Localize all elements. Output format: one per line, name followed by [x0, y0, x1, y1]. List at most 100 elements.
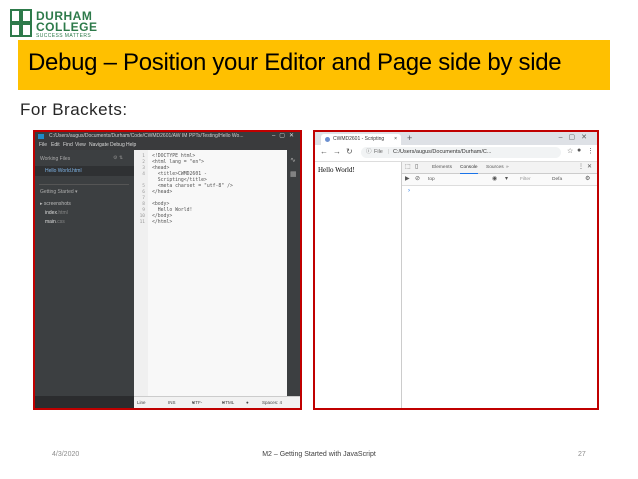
- line-number: 10: [139, 214, 145, 219]
- window-controls-icon[interactable]: –▢✕: [559, 133, 593, 141]
- durham-crest-icon: [10, 9, 32, 37]
- slide-title: Debug – Position your Editor and Page si…: [28, 49, 562, 76]
- new-tab-icon[interactable]: +: [407, 133, 412, 143]
- back-icon[interactable]: ←: [320, 147, 328, 156]
- globe-icon: [325, 137, 330, 142]
- url-prefix: File: [374, 149, 383, 155]
- clear-console-icon[interactable]: ⊘: [415, 174, 420, 185]
- file-main-name: main: [45, 219, 56, 225]
- eye-icon[interactable]: ◉: [492, 174, 497, 185]
- active-file-name: Hello World.html: [45, 168, 82, 174]
- account-icon[interactable]: ●: [577, 147, 581, 154]
- line-number: 5: [142, 184, 145, 189]
- sidebar-divider: [39, 184, 129, 185]
- browser-tab[interactable]: CWMD2601 - Scripting ×: [321, 134, 401, 145]
- filter-dropdown-icon[interactable]: ▾: [505, 174, 508, 185]
- sidebar-toggle-icon[interactable]: ▶: [405, 174, 410, 185]
- code-line: </body>: [152, 214, 173, 219]
- menu-file[interactable]: File: [39, 141, 47, 150]
- menu-help[interactable]: Help: [126, 141, 136, 150]
- code-line: </html>: [152, 220, 173, 225]
- tab-console[interactable]: Console: [460, 162, 478, 174]
- code-line: <body>: [152, 202, 170, 207]
- status-spaces[interactable]: Spaces: 4: [262, 397, 282, 408]
- code-line: <html lang = "en">: [152, 160, 204, 165]
- log-levels[interactable]: Defa: [552, 174, 562, 185]
- star-icon[interactable]: ☆: [567, 147, 573, 155]
- menu-find[interactable]: Find: [63, 141, 73, 150]
- console-prompt[interactable]: ›: [408, 188, 410, 194]
- brackets-app-icon: [38, 134, 44, 139]
- url-text: C:/Users/augus/Documents/Durham/C...: [393, 149, 492, 155]
- menu-kebab-icon[interactable]: ⋮: [587, 147, 594, 155]
- settings-gear-icon[interactable]: ⚙: [585, 174, 590, 185]
- status-encoding[interactable]: UTF-8 ▾: [192, 397, 202, 408]
- file-item-main[interactable]: main.css: [45, 219, 65, 225]
- line-number: 1: [142, 154, 145, 159]
- file-item-index[interactable]: index.html: [45, 210, 68, 216]
- line-number: 2: [142, 160, 145, 165]
- context-selector[interactable]: top: [428, 174, 435, 185]
- line-number: 9: [142, 208, 145, 213]
- address-bar[interactable]: ⓘ File | C:/Users/augus/Documents/Durham…: [361, 147, 561, 158]
- close-tab-icon[interactable]: ×: [394, 134, 397, 145]
- menu-debug[interactable]: Debug: [110, 141, 125, 150]
- status-mode[interactable]: HTML ▾: [222, 397, 234, 408]
- brackets-menubar: File Edit Find View Navigate Debug Help: [35, 141, 300, 150]
- filter-input[interactable]: Filter: [520, 174, 531, 185]
- info-icon[interactable]: ⓘ: [366, 147, 372, 158]
- working-files-label: Working Files: [40, 156, 71, 162]
- reload-icon[interactable]: ↻: [346, 147, 353, 156]
- browser-toolbar: ← → ↻ ⓘ File | C:/Users/augus/Documents/…: [315, 145, 597, 162]
- tab-elements[interactable]: Elements: [432, 162, 452, 173]
- status-ins[interactable]: INS: [168, 397, 176, 408]
- slide-title-bar: Debug – Position your Editor and Page si…: [18, 40, 610, 90]
- code-line: <!DOCTYPE html>: [152, 154, 196, 159]
- line-number-gutter: 1 2 3 4 5 6 7 8 9 10 11: [134, 150, 148, 396]
- window-controls-icon[interactable]: –▢✕: [272, 132, 298, 141]
- devtools-close-icon[interactable]: ✕: [587, 162, 592, 173]
- extension-manager-icon[interactable]: ▦: [290, 170, 297, 178]
- slide-subtitle: For Brackets:: [20, 100, 128, 119]
- forward-icon[interactable]: →: [333, 147, 341, 156]
- devtools-menu-icon[interactable]: ⋮: [578, 162, 584, 173]
- brackets-statusbar: Line INS UTF-8 ▾ HTML ▾ ● Spaces: 4: [134, 396, 300, 408]
- line-number: 8: [142, 202, 145, 207]
- code-editor[interactable]: 1 2 3 4 5 6 7 8 9 10 11 <!DOCTYPE html> …: [134, 150, 287, 396]
- logo-line2: COLLEGE: [36, 20, 98, 34]
- device-toolbar-icon[interactable]: ▯: [415, 162, 418, 173]
- menu-navigate[interactable]: Navigate: [89, 141, 109, 150]
- slide-number: 27: [578, 451, 586, 458]
- code-line: </head>: [152, 190, 173, 195]
- console-toolbar: ▶ ⊘ top ◉ ▾ Filter Defa ⚙: [402, 174, 597, 186]
- live-preview-icon[interactable]: ∿: [290, 156, 296, 164]
- code-line: Scripting</title>: [152, 178, 207, 183]
- status-encoding-label: UTF-8: [192, 400, 203, 405]
- file-main-ext: .css: [55, 219, 65, 225]
- code-line: Hello World!: [152, 208, 193, 213]
- line-number: 7: [142, 196, 145, 201]
- line-number: 3: [142, 166, 145, 171]
- durham-college-logo: DURHAM COLLEGE SUCCESS MATTERS: [10, 8, 150, 44]
- active-file-row[interactable]: Hello World.html: [35, 166, 134, 176]
- getting-started-label: Getting Started: [40, 189, 74, 195]
- status-mode-label: HTML: [222, 400, 235, 405]
- line-number: 4: [142, 172, 145, 177]
- page-hello-text: Hello World!: [318, 166, 355, 174]
- menu-edit[interactable]: Edit: [51, 141, 60, 150]
- status-lint-icon[interactable]: ●: [246, 397, 249, 408]
- folder-item[interactable]: ▸ screenshots: [40, 201, 71, 207]
- file-index-ext: .html: [56, 210, 68, 216]
- project-name[interactable]: Getting Started ▾: [40, 189, 78, 195]
- brackets-right-toolbar: ∿ ▦: [287, 150, 300, 396]
- url-separator: |: [388, 149, 390, 155]
- inspect-icon[interactable]: ⬚: [405, 162, 411, 173]
- tab-more[interactable]: »: [506, 162, 509, 173]
- menu-view[interactable]: View: [75, 141, 86, 150]
- brackets-window-title: C:/Users/augus/Documents/Durham/Code/CWM…: [49, 133, 244, 139]
- tab-title: CWMD2601 - Scripting: [333, 136, 385, 142]
- gear-icon[interactable]: ⚙ ⇅: [113, 155, 123, 161]
- status-line: Line: [137, 400, 146, 405]
- tab-sources[interactable]: Sources: [486, 162, 504, 173]
- folder-name: screenshots: [43, 201, 71, 207]
